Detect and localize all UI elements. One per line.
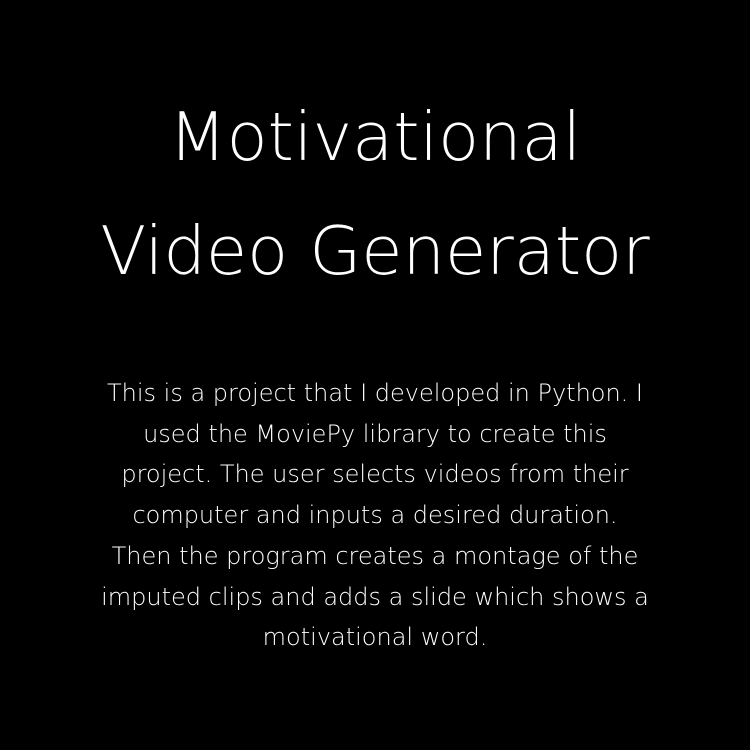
description-line: used the MoviePy library to create this bbox=[143, 419, 607, 448]
title-line-1: Motivational bbox=[168, 98, 582, 176]
title-line-2: Video Generator bbox=[100, 212, 650, 290]
project-description: This is a project that I developed in Py… bbox=[60, 373, 690, 658]
description-line: motivational word. bbox=[262, 623, 488, 652]
page-title: Motivational Video Generator bbox=[0, 80, 750, 308]
description-line: imputed clips and adds a slide which sho… bbox=[101, 582, 649, 611]
description-line: Then the program creates a montage of th… bbox=[111, 541, 639, 570]
description-line: computer and inputs a desired duration. bbox=[132, 501, 618, 530]
slide-canvas: Motivational Video Generator This is a p… bbox=[0, 0, 750, 750]
description-line: project. The user selects videos from th… bbox=[121, 460, 629, 489]
description-line: This is a project that I developed in Py… bbox=[106, 379, 644, 407]
